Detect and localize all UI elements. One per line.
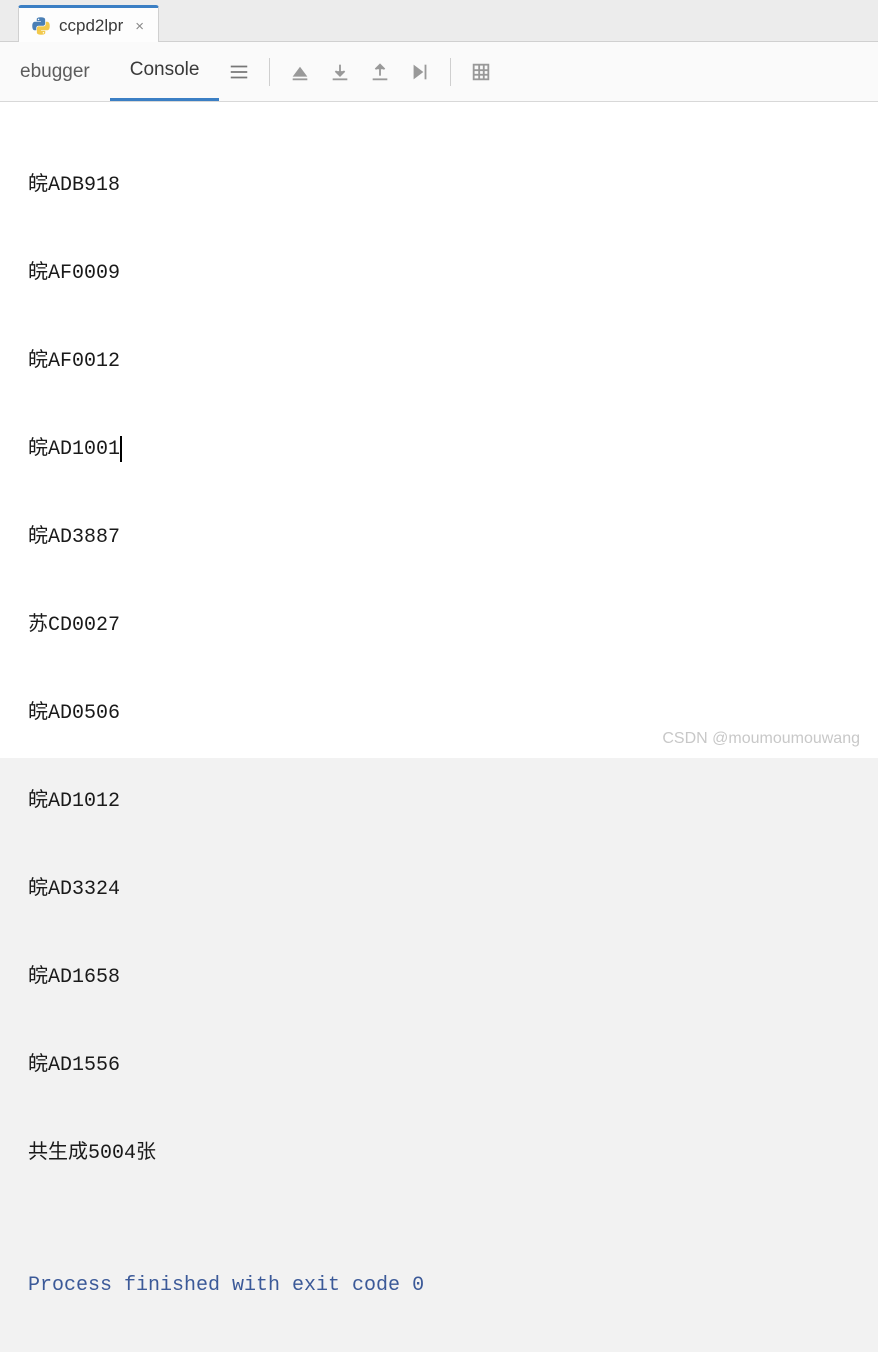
output-line: 皖AD1658	[28, 956, 878, 1000]
scroll-to-top-icon[interactable]	[286, 58, 314, 86]
separator	[450, 58, 451, 86]
tab-title: ccpd2lpr	[59, 16, 123, 36]
exit-message: Process finished with exit code 0	[28, 1264, 878, 1308]
upload-icon[interactable]	[366, 58, 394, 86]
watermark: CSDN @moumoumouwang	[662, 730, 860, 748]
output-line: 皖AF0009	[28, 252, 878, 296]
output-line: 皖AD1556	[28, 1044, 878, 1088]
separator	[269, 58, 270, 86]
output-line: 皖AD1001	[28, 428, 878, 472]
output-line: 皖AD1012	[28, 780, 878, 824]
output-line: 共生成5004张	[28, 1132, 878, 1176]
tab-console[interactable]: Console	[110, 42, 220, 101]
toolbar: ebugger Console	[0, 42, 878, 102]
output-line: 皖ADB918	[28, 164, 878, 208]
output-line: 皖AF0012	[28, 340, 878, 384]
output-line: 皖AD3324	[28, 868, 878, 912]
python-icon	[31, 16, 51, 36]
table-icon[interactable]	[467, 58, 495, 86]
scroll-to-end-icon[interactable]	[406, 58, 434, 86]
output-line: 皖AD3887	[28, 516, 878, 560]
output-line: 苏CD0027	[28, 604, 878, 648]
tab-bar: ccpd2lpr ×	[0, 0, 878, 42]
download-icon[interactable]	[326, 58, 354, 86]
tab-debugger[interactable]: ebugger	[0, 42, 110, 101]
cursor-position: 皖AD1001	[28, 428, 120, 472]
file-tab[interactable]: ccpd2lpr ×	[18, 5, 159, 42]
settings-icon[interactable]	[225, 58, 253, 86]
close-icon[interactable]: ×	[135, 18, 144, 35]
console-output[interactable]: 皖ADB918 皖AF0009 皖AF0012 皖AD1001 皖AD3887 …	[0, 102, 878, 758]
